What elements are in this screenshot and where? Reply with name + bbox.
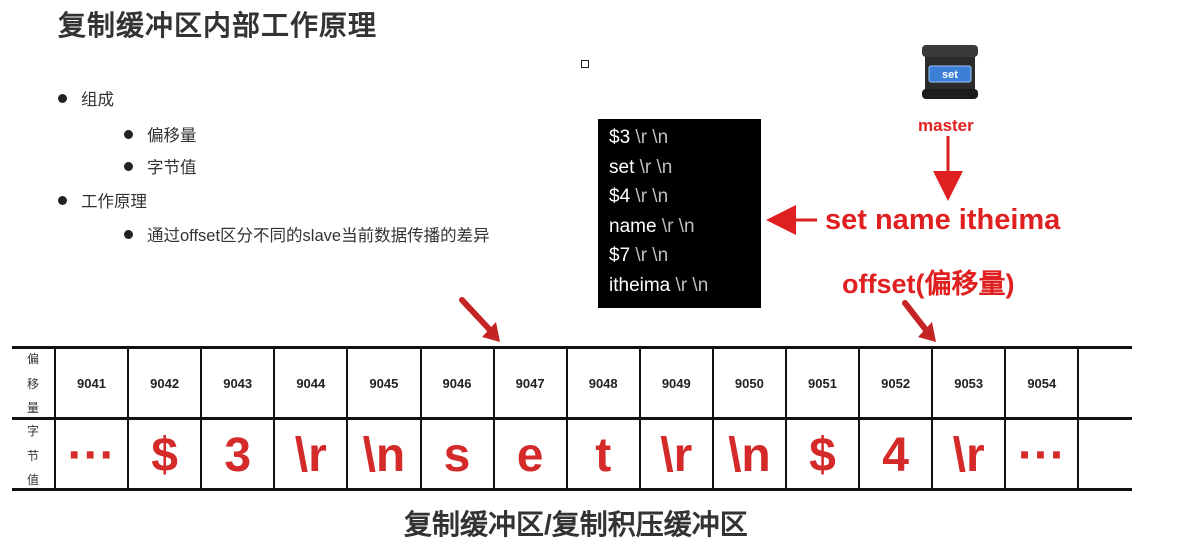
diagonal-arrow-left: [459, 297, 500, 342]
offset-cell: 9046: [419, 348, 493, 418]
byte-cell: \r: [931, 420, 1004, 490]
offset-cell: 9049: [638, 348, 712, 418]
byte-cell: s: [419, 420, 493, 490]
offset-cell: 9043: [200, 348, 273, 418]
replication-buffer: 偏移量 9041 9042 9043 9044 9045 9046 9047 9048 9049…: [12, 346, 1132, 491]
row-label-char: 量: [26, 401, 39, 415]
diagonal-arrow-right: [902, 300, 936, 342]
offset-cell: 9051: [785, 348, 858, 418]
byte-cell: e: [492, 420, 566, 490]
offset-cell: 9050: [711, 348, 785, 418]
offset-cell: 9044: [273, 348, 346, 418]
byte-cell: $: [127, 420, 200, 490]
byte-cell: 3: [200, 420, 273, 490]
cell-divider: [1077, 420, 1080, 490]
row-label-char: 移: [26, 376, 39, 391]
offset-cell: 9042: [127, 348, 200, 418]
byte-cell: \n: [711, 420, 785, 490]
byte-row: 字节值 ··· $3 \r \n s e t \r \n $4 \r ···: [12, 420, 1132, 490]
offset-row-label: 偏移量: [12, 348, 54, 418]
offset-row: 偏移量 9041 9042 9043 9044 9045 9046 9047 9048 9049…: [12, 348, 1132, 418]
row-label-char: 字: [26, 424, 39, 438]
offset-cell: 9052: [858, 348, 931, 418]
buffer-caption: 复制缓冲区/复制积压缓冲区: [404, 509, 748, 540]
byte-row-label: 字节值: [12, 420, 54, 490]
offset-cell: 9041: [54, 348, 127, 418]
row-label-char: 偏: [26, 352, 39, 366]
byte-cell: t: [565, 420, 639, 490]
offset-cell: 9047: [492, 348, 566, 418]
row-label-char: 节: [26, 448, 39, 463]
byte-cell: \n: [346, 420, 419, 490]
cell-divider: [1077, 348, 1080, 418]
offset-cell: 9048: [565, 348, 639, 418]
row-label-char: 值: [26, 473, 39, 487]
byte-cell: \r: [273, 420, 346, 490]
byte-cell: \r: [638, 420, 712, 490]
offset-cell: 9054: [1004, 348, 1077, 418]
offset-cell: 9045: [346, 348, 419, 418]
byte-cell: ···: [54, 420, 127, 490]
byte-cell: ···: [1004, 420, 1077, 490]
offset-cell: 9053: [931, 348, 1004, 418]
byte-cell: $: [785, 420, 858, 490]
byte-cell: 4: [858, 420, 931, 490]
